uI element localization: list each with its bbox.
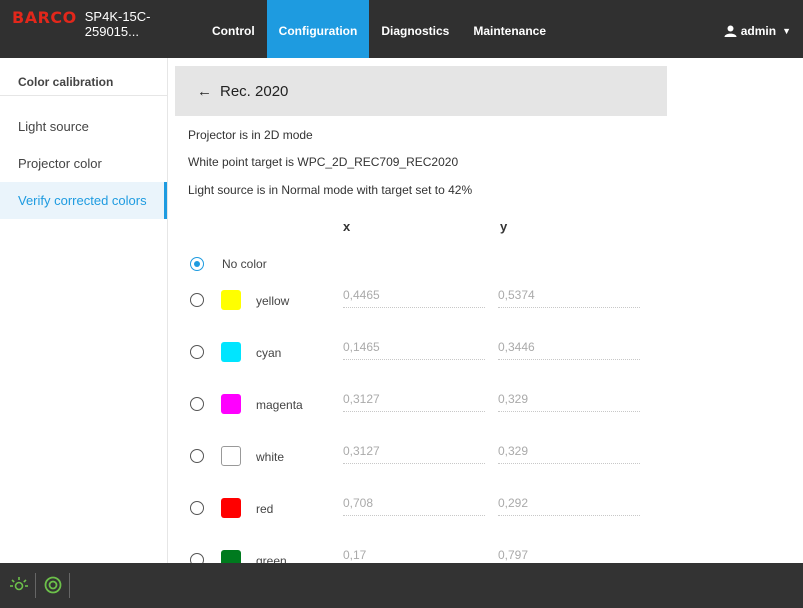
y-value-red: 0,292 (498, 496, 640, 516)
brand-block: BARCO SP4K-15C-259015... (0, 0, 200, 58)
color-label-green: green (256, 554, 287, 563)
info-white-point: White point target is WPC_2D_REC709_REC2… (188, 155, 459, 169)
radio-red[interactable] (190, 501, 204, 515)
color-label-cyan: cyan (256, 346, 282, 360)
color-option-row[interactable]: green 0,17 0,797 (175, 548, 675, 563)
y-value-white: 0,329 (498, 444, 640, 464)
sidebar-item-light-source[interactable]: Light source (0, 108, 167, 145)
color-option-row[interactable]: cyan 0,1465 0,3446 (175, 340, 675, 380)
x-value-yellow: 0,4465 (343, 288, 485, 308)
user-menu[interactable]: admin ▼ (724, 0, 803, 58)
device-name[interactable]: SP4K-15C-259015... (85, 9, 200, 39)
status-divider (35, 573, 36, 598)
white-swatch (221, 446, 241, 466)
color-label-red: red (256, 502, 274, 516)
barco-logo: BARCO (12, 8, 77, 27)
column-header-y: y (500, 219, 508, 234)
green-swatch (221, 550, 241, 563)
x-value-cyan: 0,1465 (343, 340, 485, 360)
column-header-x: x (343, 219, 351, 234)
top-bar: BARCO SP4K-15C-259015... Control Configu… (0, 0, 803, 58)
no-color-label: No color (222, 257, 267, 271)
sidebar: Color calibration Light source Projector… (0, 58, 168, 563)
chevron-down-icon: ▼ (782, 26, 791, 36)
y-value-magenta: 0,329 (498, 392, 640, 412)
info-mode: Projector is in 2D mode (188, 128, 313, 142)
main-content: ← Rec. 2020 Projector is in 2D mode Whit… (175, 58, 795, 563)
dowser-status-icon[interactable] (43, 575, 63, 595)
status-divider (69, 573, 70, 598)
y-value-cyan: 0,3446 (498, 340, 640, 360)
color-label-white: white (256, 450, 285, 464)
sidebar-title: Color calibration (0, 58, 167, 96)
radio-white[interactable] (190, 449, 204, 463)
color-option-row[interactable]: white 0,3127 0,329 (175, 444, 675, 484)
magenta-swatch (221, 394, 241, 414)
sidebar-item-projector-color[interactable]: Projector color (0, 145, 167, 182)
info-light-source: Light source is in Normal mode with targ… (188, 183, 473, 197)
x-value-red: 0,708 (343, 496, 485, 516)
red-swatch (221, 498, 241, 518)
user-name: admin (740, 24, 777, 38)
page-header: ← Rec. 2020 (175, 66, 667, 116)
radio-magenta[interactable] (190, 397, 204, 411)
radio-green[interactable] (190, 553, 204, 563)
user-icon (724, 25, 737, 37)
color-option-row[interactable]: red 0,708 0,292 (175, 496, 675, 536)
tab-diagnostics[interactable]: Diagnostics (369, 0, 461, 58)
page-title: Rec. 2020 (220, 82, 289, 100)
radio-no-color[interactable] (190, 257, 204, 271)
color-option-row[interactable]: magenta 0,3127 0,329 (175, 392, 675, 432)
tab-configuration[interactable]: Configuration (266, 0, 370, 58)
back-arrow-icon[interactable]: ← (197, 83, 212, 100)
light-source-status-icon[interactable] (9, 575, 29, 595)
x-value-white: 0,3127 (343, 444, 485, 464)
color-label-magenta: magenta (256, 398, 303, 412)
tab-maintenance[interactable]: Maintenance (461, 0, 558, 58)
x-value-green: 0,17 (343, 548, 485, 563)
y-value-green: 0,797 (498, 548, 640, 563)
color-option-row[interactable]: yellow 0,4465 0,5374 (175, 288, 675, 328)
sidebar-item-verify-corrected-colors[interactable]: Verify corrected colors (0, 182, 167, 219)
x-value-magenta: 0,3127 (343, 392, 485, 412)
status-bar (0, 563, 803, 608)
color-label-yellow: yellow (256, 294, 290, 308)
tab-control[interactable]: Control (200, 0, 267, 58)
radio-cyan[interactable] (190, 345, 204, 359)
cyan-swatch (221, 342, 241, 362)
radio-yellow[interactable] (190, 293, 204, 307)
yellow-swatch (221, 290, 241, 310)
y-value-yellow: 0,5374 (498, 288, 640, 308)
